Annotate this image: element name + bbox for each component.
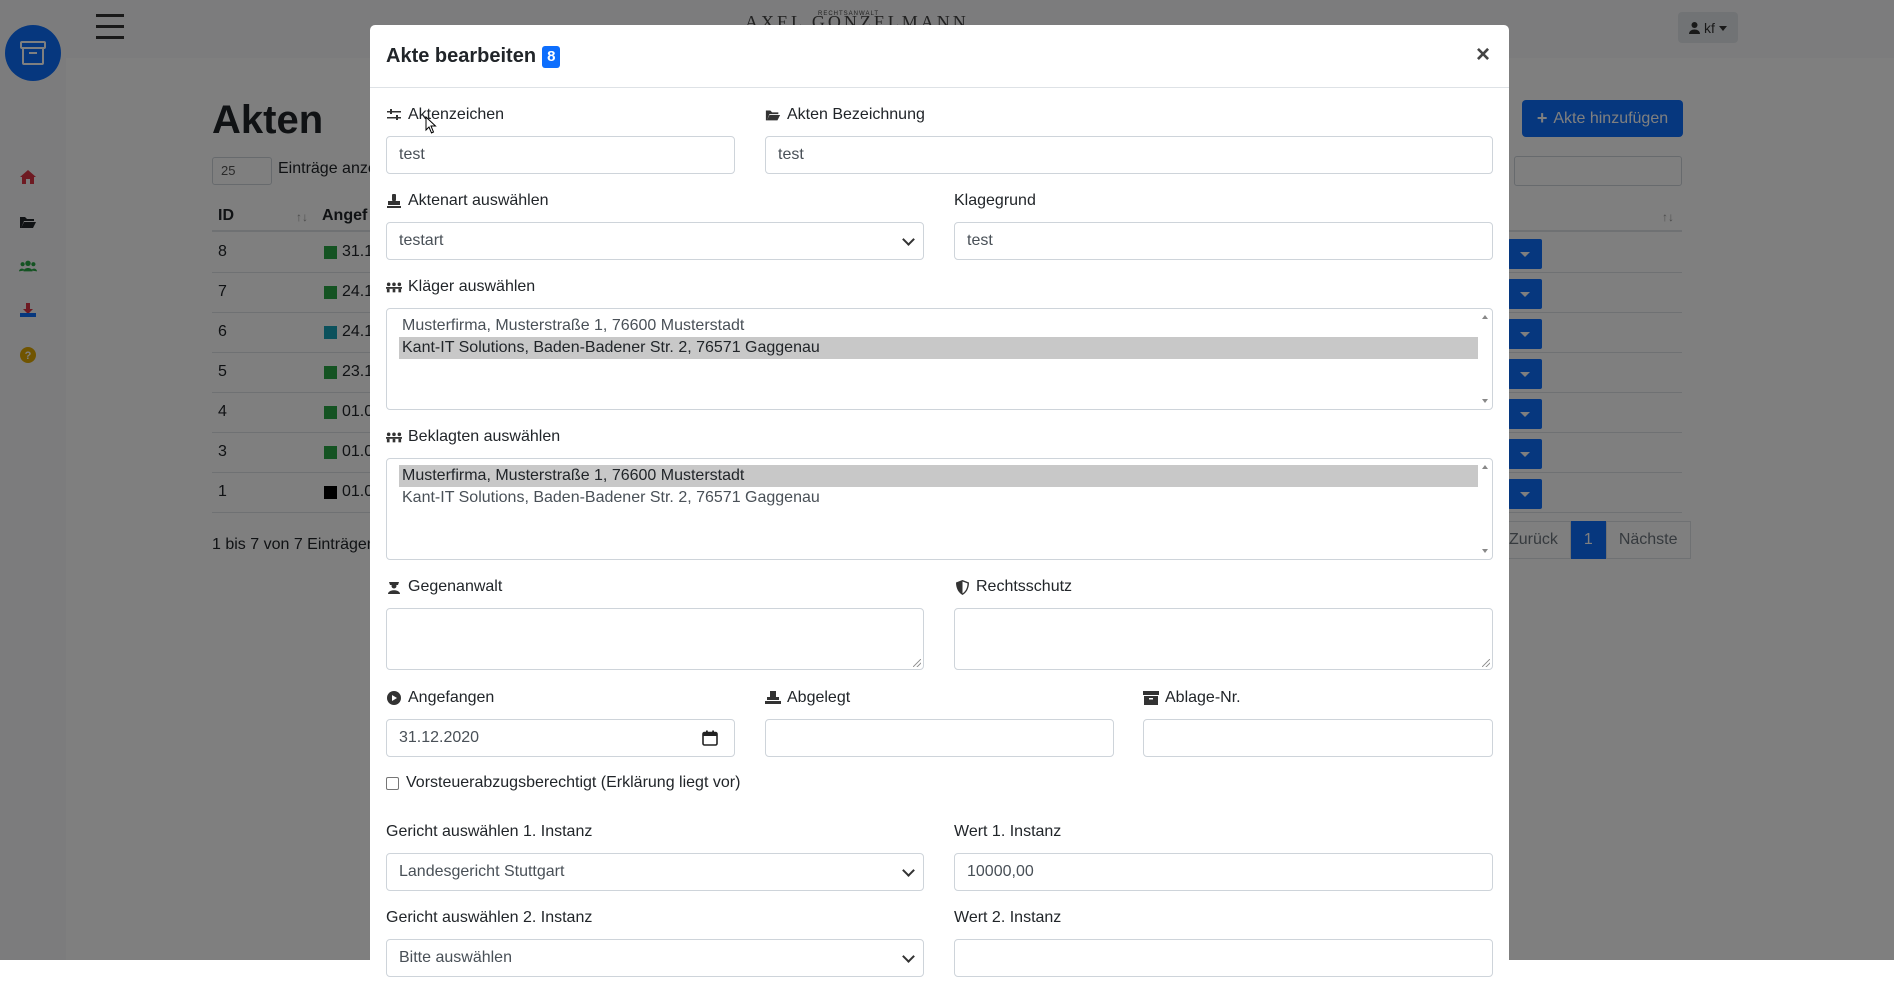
aktenart-label-text: Aktenart auswählen (408, 192, 549, 209)
inbox-stamp-icon (765, 690, 781, 706)
aktenzeichen-label-text: Aktenzeichen (408, 106, 505, 123)
klaeger-option[interactable]: Kant-IT Solutions, Baden-Badener Str. 2,… (399, 337, 1478, 359)
klagegrund-input[interactable]: test (954, 222, 1493, 260)
rechtsschutz-textarea[interactable] (954, 608, 1493, 670)
angefangen-date-value: 31.12.2020 (399, 729, 480, 746)
wert2-label: Wert 2. Instanz (954, 909, 1062, 926)
gericht1-label: Gericht auswählen 1. Instanz (386, 823, 593, 840)
klaeger-option[interactable]: Musterfirma, Musterstraße 1, 76600 Muste… (399, 315, 1478, 337)
gericht2-select[interactable]: Bitte auswählen (386, 939, 924, 977)
close-button[interactable]: × (1476, 41, 1490, 69)
edit-akte-modal: Akte bearbeiten 8 × Aktenzeichen test Ak… (370, 25, 1509, 985)
play-circle-icon (386, 690, 402, 706)
people-group-icon (386, 429, 402, 445)
angefangen-label-text: Angefangen (408, 689, 495, 706)
wert2-input[interactable] (954, 939, 1493, 977)
gegenanwalt-label-text: Gegenanwalt (408, 578, 503, 595)
vorsteuer-checkbox[interactable] (386, 777, 399, 790)
abgelegt-input[interactable] (765, 719, 1114, 757)
shield-icon (954, 579, 970, 595)
ablage-nr-label: Ablage-Nr. (1143, 689, 1241, 707)
modal-header: Akte bearbeiten 8 × (370, 25, 1509, 88)
rechtsschutz-label-text: Rechtsschutz (976, 578, 1073, 595)
modal-title-text: Akte bearbeiten (386, 45, 537, 67)
aktenart-label: Aktenart auswählen (386, 192, 549, 210)
folder-open-icon (765, 107, 781, 123)
sliders-icon (386, 107, 402, 123)
archive-box-icon (1143, 690, 1159, 706)
beklagte-label-text: Beklagten auswählen (408, 428, 561, 445)
klaeger-label: Kläger auswählen (386, 278, 535, 296)
beklagte-option[interactable]: Kant-IT Solutions, Baden-Badener Str. 2,… (399, 487, 1478, 509)
akte-id-badge: 8 (542, 45, 561, 68)
beklagte-label: Beklagten auswählen (386, 428, 560, 446)
calendar-icon[interactable] (702, 730, 718, 751)
abgelegt-label: Abgelegt (765, 689, 850, 707)
scroll-up-icon[interactable] (1482, 315, 1488, 319)
bezeichnung-label: Akten Bezeichnung (765, 106, 925, 124)
ablage-nr-input[interactable] (1143, 719, 1493, 757)
klagegrund-label-text: Klagegrund (954, 192, 1036, 209)
abgelegt-label-text: Abgelegt (787, 689, 851, 706)
klagegrund-label: Klagegrund (954, 192, 1036, 210)
aktenzeichen-label: Aktenzeichen (386, 106, 504, 124)
scroll-down-icon[interactable] (1482, 549, 1488, 553)
angefangen-label: Angefangen (386, 689, 494, 707)
stamp-icon (386, 193, 402, 209)
scroll-up-icon[interactable] (1482, 465, 1488, 469)
wert1-input[interactable]: 10000,00 (954, 853, 1493, 891)
wert1-label: Wert 1. Instanz (954, 823, 1062, 840)
angefangen-date-input[interactable]: 31.12.2020 (386, 719, 735, 757)
beklagte-option[interactable]: Musterfirma, Musterstraße 1, 76600 Muste… (399, 465, 1478, 487)
vorsteuer-label[interactable]: Vorsteuerabzugsberechtigt (Erklärung lie… (406, 774, 740, 792)
beklagte-multiselect[interactable]: Musterfirma, Musterstraße 1, 76600 Muste… (386, 458, 1493, 560)
gericht2-label: Gericht auswählen 2. Instanz (386, 909, 593, 926)
bezeichnung-input[interactable]: test (765, 136, 1493, 174)
mouse-cursor-icon (425, 115, 437, 139)
aktenzeichen-input[interactable]: test (386, 136, 735, 174)
modal-title: Akte bearbeiten 8 (386, 45, 561, 68)
scroll-down-icon[interactable] (1482, 399, 1488, 403)
klaeger-label-text: Kläger auswählen (408, 278, 536, 295)
people-group-icon (386, 279, 402, 295)
klaeger-multiselect[interactable]: Musterfirma, Musterstraße 1, 76600 Muste… (386, 308, 1493, 410)
gegenanwalt-label: Gegenanwalt (386, 578, 502, 596)
rechtsschutz-label: Rechtsschutz (954, 578, 1072, 596)
lawyer-icon (386, 579, 402, 595)
gegenanwalt-textarea[interactable] (386, 608, 924, 670)
gericht1-select[interactable]: Landesgericht Stuttgart (386, 853, 924, 891)
ablage-nr-label-text: Ablage-Nr. (1165, 689, 1241, 706)
bezeichnung-label-text: Akten Bezeichnung (787, 106, 925, 123)
aktenart-select[interactable]: testart (386, 222, 924, 260)
